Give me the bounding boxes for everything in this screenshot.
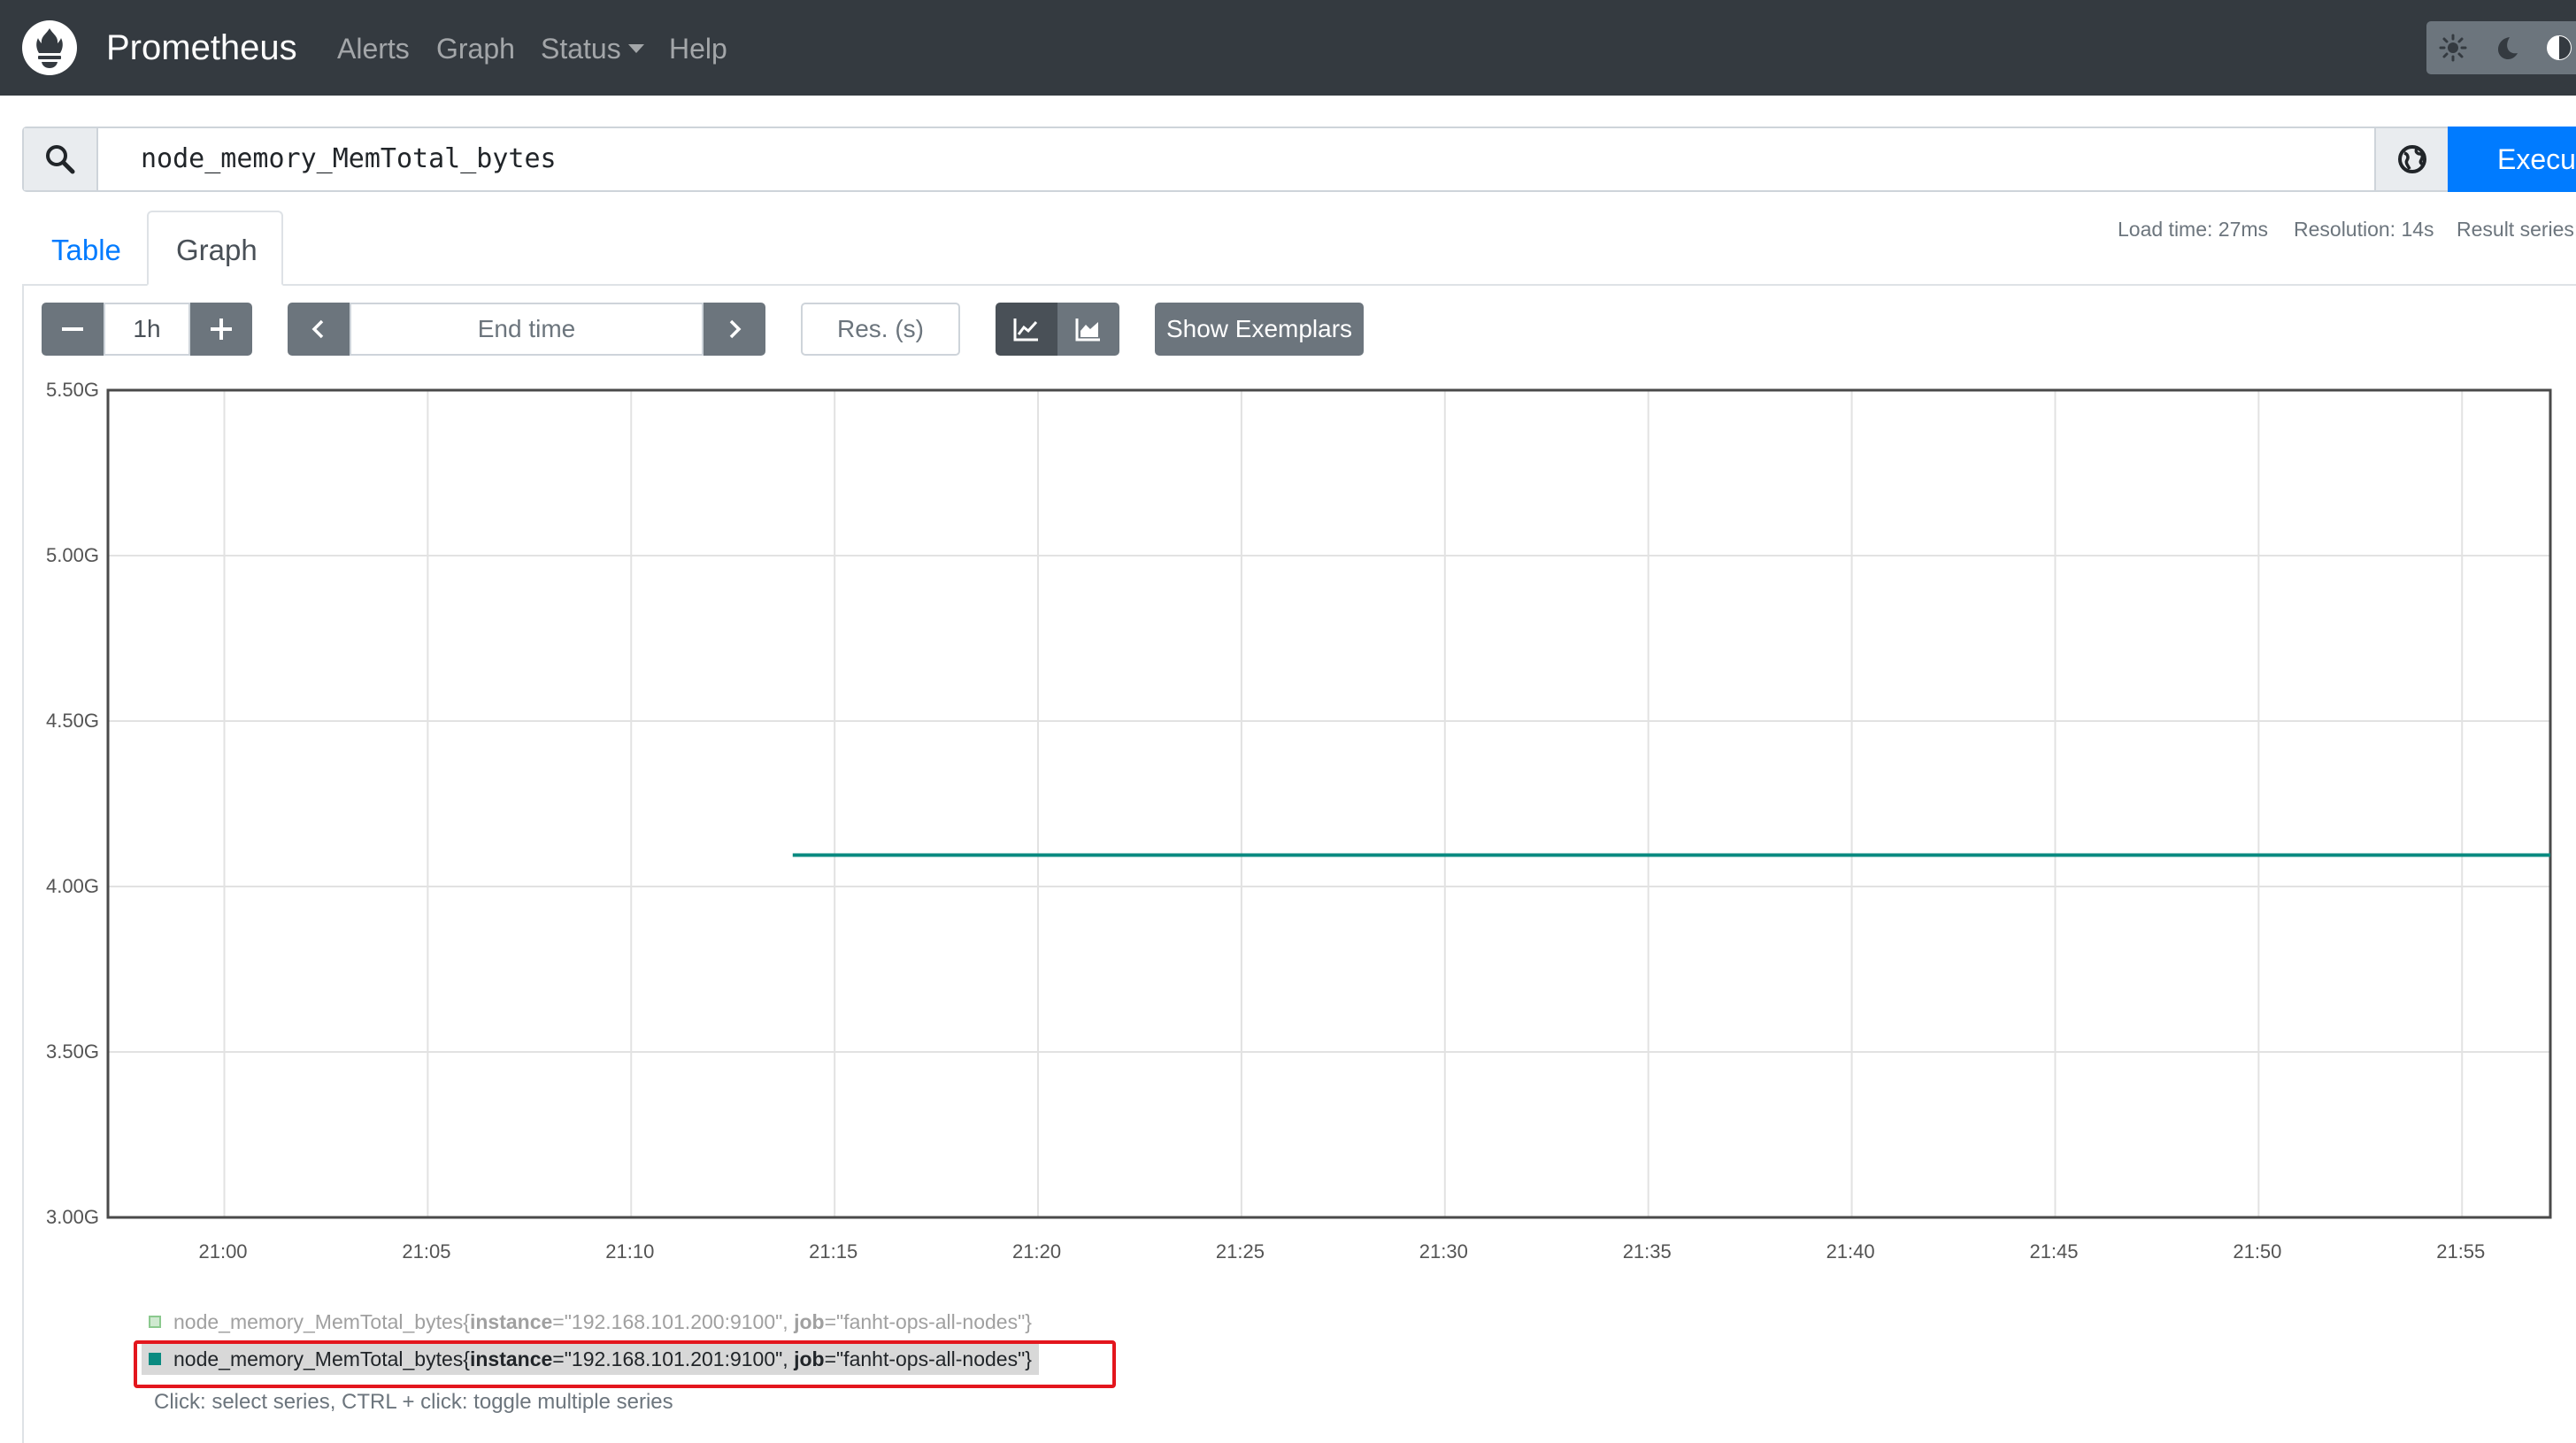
x-tick-label: 21:05	[402, 1240, 451, 1263]
x-tick-label: 21:40	[1826, 1240, 1875, 1263]
legend-instance-value: "192.168.101.200:9100"	[564, 1310, 783, 1333]
legend-job-label: job	[794, 1310, 825, 1333]
x-tick-label: 21:25	[1215, 1240, 1265, 1263]
prometheus-logo-icon[interactable]	[21, 19, 78, 76]
search-addon	[24, 128, 98, 190]
chevron-right-icon	[729, 319, 742, 339]
resolution-stat: Resolution: 14s	[2294, 218, 2434, 241]
metrics-explorer-button[interactable]	[2374, 128, 2449, 190]
decrease-range-button[interactable]	[42, 303, 104, 356]
increase-range-button[interactable]	[190, 303, 252, 356]
y-tick-label: 3.00G	[46, 1206, 99, 1228]
legend-instance-label: instance	[469, 1310, 553, 1333]
nav-help[interactable]: Help	[669, 29, 727, 68]
end-time-input[interactable]: End time	[350, 303, 704, 356]
y-tick-label: 5.00G	[46, 544, 99, 566]
search-icon	[46, 145, 75, 174]
line-chart-icon	[1013, 319, 1038, 342]
x-tick-label: 21:30	[1419, 1240, 1468, 1263]
execute-button[interactable]: Execute	[2448, 127, 2576, 192]
legend-item[interactable]: node_memory_MemTotal_bytes{instance="192…	[149, 1306, 1032, 1338]
expression-input[interactable]	[98, 128, 2390, 190]
legend-metric: node_memory_MemTotal_bytes	[173, 1310, 464, 1333]
minus-icon	[62, 327, 83, 331]
moon-icon	[2498, 37, 2518, 59]
legend-swatch	[149, 1316, 161, 1328]
globe-icon	[2398, 145, 2426, 173]
expression-bar: Execute	[22, 127, 2576, 192]
theme-light-button[interactable]	[2426, 21, 2480, 74]
nav-alerts[interactable]: Alerts	[337, 29, 410, 68]
y-tick-label: 3.50G	[46, 1040, 99, 1063]
y-tick-label: 4.50G	[46, 710, 99, 732]
legend-job-value: "fanht-ops-all-nodes"	[836, 1310, 1026, 1333]
stacked-chart-mode-button[interactable]	[1057, 303, 1119, 356]
chevron-left-icon	[311, 319, 324, 339]
next-time-button[interactable]	[704, 303, 765, 356]
y-tick-label: 5.50G	[46, 379, 99, 401]
x-tick-label: 21:55	[2436, 1240, 2486, 1263]
area-chart-icon	[1075, 319, 1100, 342]
nav-status-label: Status	[541, 33, 621, 65]
navbar: Prometheus Alerts Graph Status Help	[0, 0, 2576, 96]
contrast-icon	[2547, 35, 2572, 60]
x-tick-label: 21:50	[2233, 1240, 2282, 1263]
nav-graph[interactable]: Graph	[436, 29, 515, 68]
caret-down-icon	[627, 44, 644, 53]
show-exemplars-button[interactable]: Show Exemplars	[1155, 303, 1364, 356]
graph-panel	[22, 284, 2576, 1443]
sun-icon	[2439, 34, 2467, 62]
range-input[interactable]: 1h	[104, 303, 190, 356]
x-tick-label: 21:15	[809, 1240, 858, 1263]
nav-status[interactable]: Status	[541, 29, 644, 68]
tab-graph[interactable]: Graph	[176, 231, 258, 270]
x-tick-label: 21:10	[605, 1240, 655, 1263]
result-series-stat: Result series:	[2457, 218, 2576, 241]
line-chart-mode-button[interactable]	[996, 303, 1057, 356]
x-tick-label: 21:00	[198, 1240, 248, 1263]
x-tick-label: 21:35	[1622, 1240, 1672, 1263]
plus-icon	[211, 319, 232, 340]
highlight-annotation-box	[134, 1340, 1116, 1388]
load-time: Load time: 27ms	[2118, 218, 2269, 241]
y-tick-label: 4.00G	[46, 875, 99, 897]
x-tick-label: 21:20	[1012, 1240, 1062, 1263]
x-tick-label: 21:45	[2029, 1240, 2079, 1263]
brand-title[interactable]: Prometheus	[106, 24, 297, 72]
tab-table[interactable]: Table	[51, 231, 121, 270]
theme-dark-button[interactable]	[2480, 21, 2533, 74]
previous-time-button[interactable]	[288, 303, 350, 356]
resolution-input[interactable]: Res. (s)	[801, 303, 960, 356]
legend-help-text: Click: select series, CTRL + click: togg…	[154, 1390, 673, 1414]
theme-auto-button[interactable]	[2533, 21, 2576, 74]
theme-toggle-group	[2426, 21, 2576, 74]
